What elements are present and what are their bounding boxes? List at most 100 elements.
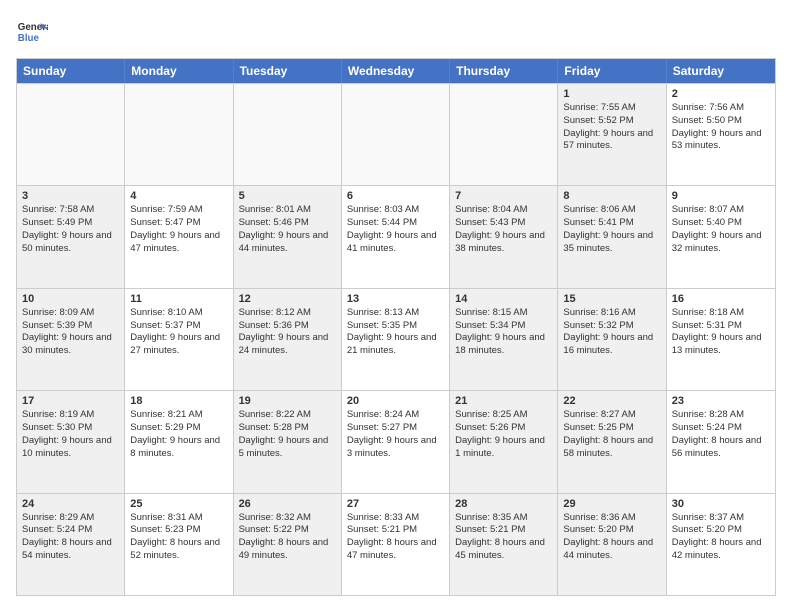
cell-info: Sunrise: 7:55 AM Sunset: 5:52 PM Dayligh… — [563, 102, 660, 153]
calendar-cell: 21Sunrise: 8:25 AM Sunset: 5:26 PM Dayli… — [450, 391, 558, 492]
day-number: 17 — [22, 395, 119, 407]
day-number: 28 — [455, 498, 552, 510]
header-day-saturday: Saturday — [667, 59, 775, 83]
cell-info: Sunrise: 7:58 AM Sunset: 5:49 PM Dayligh… — [22, 204, 119, 255]
calendar-cell: 15 Sunrise: 8:16 AM Sunset: 5:32 PM Dayli… — [558, 289, 666, 390]
cell-info: Sunrise: 8:27 AM Sunset: 5:25 PM Dayligh… — [563, 409, 660, 460]
calendar-row-2: 10 Sunrise: 8:09 AM Sunset: 5:39 PM Dayli… — [17, 288, 775, 390]
calendar-header: SundayMondayTuesdayWednesdayThursdayFrid… — [17, 59, 775, 83]
day-number: 10 — [22, 293, 119, 305]
header-day-friday: Friday — [558, 59, 666, 83]
logo-icon: General Blue — [16, 16, 48, 48]
calendar-cell — [125, 84, 233, 185]
calendar-cell: 13Sunrise: 8:13 AM Sunset: 5:35 PM Dayli… — [342, 289, 450, 390]
calendar-cell: 4Sunrise: 7:59 AM Sunset: 5:47 PM Daylig… — [125, 186, 233, 287]
cell-info: Sunrise: 8:37 AM Sunset: 5:20 PM Dayligh… — [672, 512, 770, 563]
calendar-cell: 30 Sunrise: 8:37 AM Sunset: 5:20 PM Dayli… — [667, 494, 775, 595]
calendar-cell — [450, 84, 558, 185]
cell-info: Sunrise: 8:35 AM Sunset: 5:21 PM Dayligh… — [455, 512, 552, 563]
day-number: 16 — [672, 293, 770, 305]
calendar-row-0: 1 Sunrise: 7:55 AM Sunset: 5:52 PM Daylig… — [17, 83, 775, 185]
day-number: 29 — [563, 498, 660, 510]
day-number: 27 — [347, 498, 444, 510]
cell-info: Sunrise: 8:22 AM Sunset: 5:28 PM Dayligh… — [239, 409, 336, 460]
calendar-cell: 23Sunrise: 8:28 AM Sunset: 5:24 PM Dayli… — [667, 391, 775, 492]
cell-info: Sunrise: 7:59 AM Sunset: 5:47 PM Dayligh… — [130, 204, 227, 255]
header-day-thursday: Thursday — [450, 59, 558, 83]
cell-info: Sunrise: 8:21 AM Sunset: 5:29 PM Dayligh… — [130, 409, 227, 460]
page: General Blue SundayMondayTuesdayWednesda… — [0, 0, 792, 612]
calendar-cell: 11 Sunrise: 8:10 AM Sunset: 5:37 PM Dayli… — [125, 289, 233, 390]
calendar-cell: 3 Sunrise: 7:58 AM Sunset: 5:49 PM Daylig… — [17, 186, 125, 287]
cell-info: Sunrise: 8:09 AM Sunset: 5:39 PM Dayligh… — [22, 307, 119, 358]
day-number: 23 — [672, 395, 770, 407]
day-number: 19 — [239, 395, 336, 407]
cell-info: Sunrise: 8:19 AM Sunset: 5:30 PM Dayligh… — [22, 409, 119, 460]
day-number: 25 — [130, 498, 227, 510]
calendar-cell: 27 Sunrise: 8:33 AM Sunset: 5:21 PM Dayli… — [342, 494, 450, 595]
calendar-cell: 29 Sunrise: 8:36 AM Sunset: 5:20 PM Dayli… — [558, 494, 666, 595]
calendar-cell: 10 Sunrise: 8:09 AM Sunset: 5:39 PM Dayli… — [17, 289, 125, 390]
calendar-cell: 20Sunrise: 8:24 AM Sunset: 5:27 PM Dayli… — [342, 391, 450, 492]
cell-info: Sunrise: 8:16 AM Sunset: 5:32 PM Dayligh… — [563, 307, 660, 358]
calendar-cell: 1 Sunrise: 7:55 AM Sunset: 5:52 PM Daylig… — [558, 84, 666, 185]
day-number: 18 — [130, 395, 227, 407]
day-number: 14 — [455, 293, 552, 305]
cell-info: Sunrise: 8:33 AM Sunset: 5:21 PM Dayligh… — [347, 512, 444, 563]
day-number: 24 — [22, 498, 119, 510]
calendar-cell: 7 Sunrise: 8:04 AM Sunset: 5:43 PM Daylig… — [450, 186, 558, 287]
day-number: 7 — [455, 190, 552, 202]
cell-info: Sunrise: 8:04 AM Sunset: 5:43 PM Dayligh… — [455, 204, 552, 255]
day-number: 26 — [239, 498, 336, 510]
cell-info: Sunrise: 7:56 AM Sunset: 5:50 PM Dayligh… — [672, 102, 770, 153]
calendar-cell: 18 Sunrise: 8:21 AM Sunset: 5:29 PM Dayli… — [125, 391, 233, 492]
day-number: 1 — [563, 88, 660, 100]
calendar-row-4: 24 Sunrise: 8:29 AM Sunset: 5:24 PM Dayli… — [17, 493, 775, 595]
calendar-cell: 28 Sunrise: 8:35 AM Sunset: 5:21 PM Dayli… — [450, 494, 558, 595]
day-number: 6 — [347, 190, 444, 202]
cell-info: Sunrise: 8:15 AM Sunset: 5:34 PM Dayligh… — [455, 307, 552, 358]
cell-info: Sunrise: 8:01 AM Sunset: 5:46 PM Dayligh… — [239, 204, 336, 255]
cell-info: Sunrise: 8:24 AM Sunset: 5:27 PM Dayligh… — [347, 409, 444, 460]
calendar-row-3: 17 Sunrise: 8:19 AM Sunset: 5:30 PM Dayli… — [17, 390, 775, 492]
day-number: 3 — [22, 190, 119, 202]
cell-info: Sunrise: 8:07 AM Sunset: 5:40 PM Dayligh… — [672, 204, 770, 255]
header-day-monday: Monday — [125, 59, 233, 83]
cell-info: Sunrise: 8:31 AM Sunset: 5:23 PM Dayligh… — [130, 512, 227, 563]
calendar: SundayMondayTuesdayWednesdayThursdayFrid… — [16, 58, 776, 596]
day-number: 21 — [455, 395, 552, 407]
calendar-cell: 26 Sunrise: 8:32 AM Sunset: 5:22 PM Dayli… — [234, 494, 342, 595]
day-number: 15 — [563, 293, 660, 305]
day-number: 9 — [672, 190, 770, 202]
header: General Blue — [16, 16, 776, 48]
svg-text:Blue: Blue — [18, 33, 40, 44]
day-number: 5 — [239, 190, 336, 202]
day-number: 2 — [672, 88, 770, 100]
cell-info: Sunrise: 8:13 AM Sunset: 5:35 PM Dayligh… — [347, 307, 444, 358]
day-number: 11 — [130, 293, 227, 305]
calendar-cell: 24 Sunrise: 8:29 AM Sunset: 5:24 PM Dayli… — [17, 494, 125, 595]
calendar-cell: 22Sunrise: 8:27 AM Sunset: 5:25 PM Dayli… — [558, 391, 666, 492]
cell-info: Sunrise: 8:06 AM Sunset: 5:41 PM Dayligh… — [563, 204, 660, 255]
calendar-cell — [234, 84, 342, 185]
cell-info: Sunrise: 8:10 AM Sunset: 5:37 PM Dayligh… — [130, 307, 227, 358]
calendar-cell: 17 Sunrise: 8:19 AM Sunset: 5:30 PM Dayli… — [17, 391, 125, 492]
cell-info: Sunrise: 8:36 AM Sunset: 5:20 PM Dayligh… — [563, 512, 660, 563]
calendar-row-1: 3 Sunrise: 7:58 AM Sunset: 5:49 PM Daylig… — [17, 185, 775, 287]
day-number: 12 — [239, 293, 336, 305]
calendar-cell: 2 Sunrise: 7:56 AM Sunset: 5:50 PM Daylig… — [667, 84, 775, 185]
cell-info: Sunrise: 8:03 AM Sunset: 5:44 PM Dayligh… — [347, 204, 444, 255]
calendar-cell: 6 Sunrise: 8:03 AM Sunset: 5:44 PM Daylig… — [342, 186, 450, 287]
calendar-cell: 5 Sunrise: 8:01 AM Sunset: 5:46 PM Daylig… — [234, 186, 342, 287]
cell-info: Sunrise: 8:12 AM Sunset: 5:36 PM Dayligh… — [239, 307, 336, 358]
header-day-wednesday: Wednesday — [342, 59, 450, 83]
calendar-cell: 25 Sunrise: 8:31 AM Sunset: 5:23 PM Dayli… — [125, 494, 233, 595]
cell-info: Sunrise: 8:32 AM Sunset: 5:22 PM Dayligh… — [239, 512, 336, 563]
calendar-cell: 8Sunrise: 8:06 AM Sunset: 5:41 PM Daylig… — [558, 186, 666, 287]
cell-info: Sunrise: 8:29 AM Sunset: 5:24 PM Dayligh… — [22, 512, 119, 563]
logo: General Blue — [16, 16, 48, 48]
calendar-cell: 16Sunrise: 8:18 AM Sunset: 5:31 PM Dayli… — [667, 289, 775, 390]
calendar-cell: 12 Sunrise: 8:12 AM Sunset: 5:36 PM Dayli… — [234, 289, 342, 390]
header-day-sunday: Sunday — [17, 59, 125, 83]
day-number: 30 — [672, 498, 770, 510]
